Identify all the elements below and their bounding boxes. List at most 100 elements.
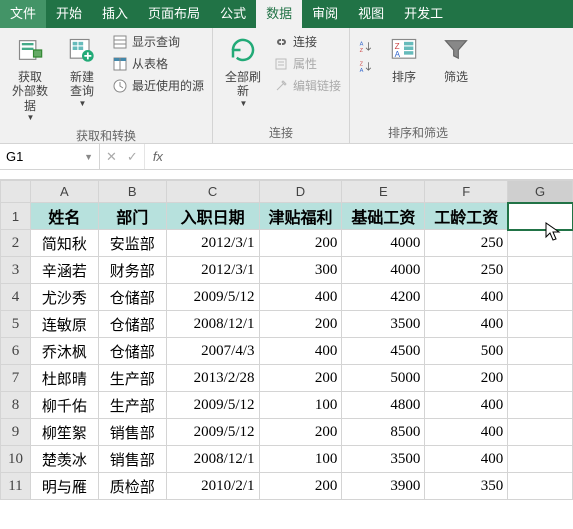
menu-review[interactable]: 审阅 — [302, 0, 348, 28]
spreadsheet-grid[interactable]: A B C D E F G 1 姓名 部门 入职日期 津贴福利 基础工资 工龄工… — [0, 180, 573, 500]
cell[interactable]: 3500 — [342, 446, 425, 473]
enter-icon[interactable]: ✓ — [127, 149, 138, 165]
cell[interactable] — [508, 311, 573, 338]
cell[interactable]: 仓储部 — [98, 338, 166, 365]
formula-input[interactable] — [171, 144, 573, 169]
menu-home[interactable]: 开始 — [46, 0, 92, 28]
col-header-g[interactable]: G — [508, 181, 573, 203]
sort-button[interactable]: ZA 排序 — [380, 32, 428, 86]
cell[interactable] — [508, 392, 573, 419]
menu-insert[interactable]: 插入 — [92, 0, 138, 28]
cell[interactable]: 400 — [425, 284, 508, 311]
cell[interactable] — [508, 284, 573, 311]
cell[interactable]: 3500 — [342, 311, 425, 338]
cell[interactable]: 柳千佑 — [30, 392, 98, 419]
cell[interactable]: 入职日期 — [166, 203, 259, 230]
cell[interactable]: 5000 — [342, 365, 425, 392]
fx-icon[interactable]: fx — [145, 149, 171, 164]
name-box[interactable]: G1 ▼ — [0, 144, 100, 169]
cancel-icon[interactable]: ✕ — [106, 149, 117, 165]
row-header[interactable]: 10 — [1, 446, 31, 473]
cell[interactable]: 3900 — [342, 473, 425, 500]
menu-formula[interactable]: 公式 — [210, 0, 256, 28]
cell[interactable]: 乔沐枫 — [30, 338, 98, 365]
cell[interactable]: 楚羡冰 — [30, 446, 98, 473]
cell[interactable]: 销售部 — [98, 446, 166, 473]
cell[interactable] — [508, 473, 573, 500]
menu-data[interactable]: 数据 — [256, 0, 302, 28]
row-header[interactable]: 6 — [1, 338, 31, 365]
cell[interactable]: 基础工资 — [342, 203, 425, 230]
get-external-data-button[interactable]: 获取 外部数据 ▼ — [6, 32, 54, 125]
cell[interactable]: 8500 — [342, 419, 425, 446]
cell[interactable]: 300 — [259, 257, 342, 284]
chevron-down-icon[interactable]: ▼ — [84, 152, 93, 162]
cell[interactable]: 辛涵若 — [30, 257, 98, 284]
cell[interactable]: 400 — [425, 419, 508, 446]
row-header[interactable]: 11 — [1, 473, 31, 500]
new-query-button[interactable]: 新建 查询 ▼ — [58, 32, 106, 110]
cell[interactable]: 财务部 — [98, 257, 166, 284]
sort-asc-button[interactable]: AZ — [356, 38, 376, 56]
edit-links-button[interactable]: 编辑链接 — [271, 76, 343, 95]
refresh-all-button[interactable]: 全部刷新 ▼ — [219, 32, 267, 110]
col-header-f[interactable]: F — [425, 181, 508, 203]
row-header[interactable]: 1 — [1, 203, 31, 230]
cell[interactable]: 柳笙絮 — [30, 419, 98, 446]
menu-file[interactable]: 文件 — [0, 0, 46, 28]
cell[interactable]: 仓储部 — [98, 284, 166, 311]
cell[interactable]: 4800 — [342, 392, 425, 419]
row-header[interactable]: 3 — [1, 257, 31, 284]
cell[interactable]: 2009/5/12 — [166, 392, 259, 419]
cell[interactable]: 400 — [425, 311, 508, 338]
cell[interactable]: 200 — [259, 419, 342, 446]
row-header[interactable]: 9 — [1, 419, 31, 446]
cell[interactable]: 2012/3/1 — [166, 230, 259, 257]
row-header[interactable]: 7 — [1, 365, 31, 392]
cell[interactable]: 500 — [425, 338, 508, 365]
cell[interactable] — [508, 419, 573, 446]
cell[interactable]: 尤沙秀 — [30, 284, 98, 311]
cell[interactable]: 杜郎晴 — [30, 365, 98, 392]
cell[interactable]: 400 — [425, 392, 508, 419]
cell[interactable]: 简知秋 — [30, 230, 98, 257]
connections-button[interactable]: 连接 — [271, 32, 343, 51]
sort-desc-button[interactable]: ZA — [356, 58, 376, 76]
menu-view[interactable]: 视图 — [348, 0, 394, 28]
filter-button[interactable]: 筛选 — [432, 32, 480, 86]
cell[interactable]: 250 — [425, 230, 508, 257]
col-header-d[interactable]: D — [259, 181, 342, 203]
cell[interactable] — [508, 257, 573, 284]
cell[interactable]: 4500 — [342, 338, 425, 365]
cell[interactable]: 仓储部 — [98, 311, 166, 338]
cell[interactable]: 连敏原 — [30, 311, 98, 338]
cell[interactable]: 4000 — [342, 257, 425, 284]
menu-developer[interactable]: 开发工 — [394, 0, 453, 28]
select-all-corner[interactable] — [1, 181, 31, 203]
col-header-e[interactable]: E — [342, 181, 425, 203]
cell[interactable]: 2008/12/1 — [166, 446, 259, 473]
cell[interactable]: 200 — [259, 230, 342, 257]
row-header[interactable]: 2 — [1, 230, 31, 257]
cell[interactable]: 100 — [259, 446, 342, 473]
cell[interactable]: 200 — [425, 365, 508, 392]
cell[interactable]: 2010/2/1 — [166, 473, 259, 500]
cell[interactable]: 200 — [259, 365, 342, 392]
cell[interactable]: 工龄工资 — [425, 203, 508, 230]
cell[interactable]: 4200 — [342, 284, 425, 311]
cell[interactable]: 津贴福利 — [259, 203, 342, 230]
cell[interactable]: 400 — [259, 338, 342, 365]
menu-page-layout[interactable]: 页面布局 — [138, 0, 210, 28]
cell[interactable]: 明与雁 — [30, 473, 98, 500]
cell[interactable]: 2012/3/1 — [166, 257, 259, 284]
cell[interactable]: 2009/5/12 — [166, 419, 259, 446]
cell[interactable]: 2009/5/12 — [166, 284, 259, 311]
cell[interactable]: 250 — [425, 257, 508, 284]
properties-button[interactable]: 属性 — [271, 54, 343, 73]
cell[interactable]: 200 — [259, 311, 342, 338]
cell[interactable]: 部门 — [98, 203, 166, 230]
cell[interactable]: 生产部 — [98, 392, 166, 419]
cell[interactable]: 2007/4/3 — [166, 338, 259, 365]
cell[interactable] — [508, 446, 573, 473]
cell[interactable]: 100 — [259, 392, 342, 419]
